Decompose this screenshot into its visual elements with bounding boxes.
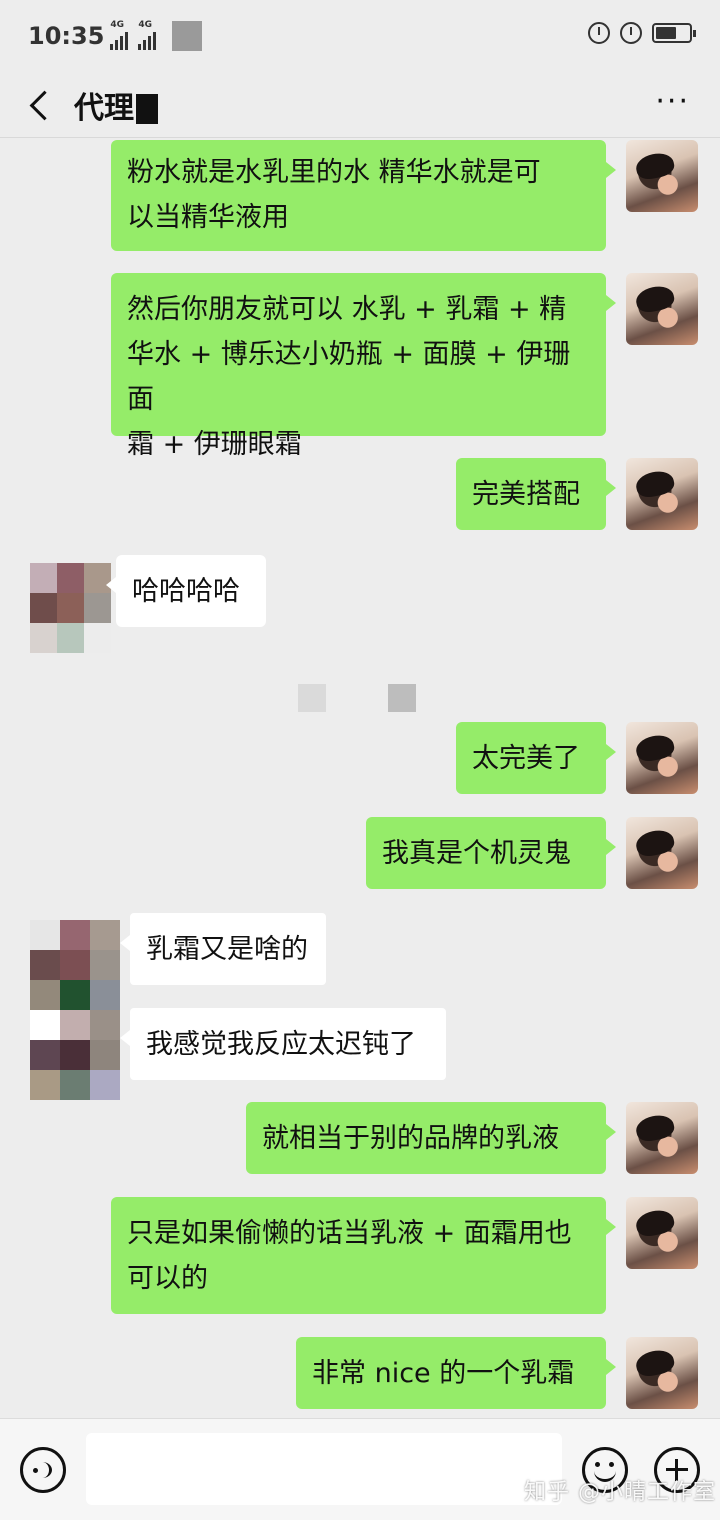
alarm-icon (620, 22, 642, 44)
rotation-lock-icon (588, 22, 610, 44)
contact-avatar[interactable] (30, 563, 111, 653)
message-bubble[interactable]: 然后你朋友就可以 水乳 + 乳霜 + 精 华水 + 博乐达小奶瓶 + 面膜 + … (111, 273, 616, 460)
my-avatar[interactable] (626, 1337, 698, 1409)
chat-title: 代理 (74, 90, 134, 126)
network-type-label: 4G (110, 20, 125, 30)
message-input[interactable] (86, 1433, 562, 1505)
message-bubble[interactable]: 完美搭配 (456, 458, 616, 530)
my-avatar[interactable] (626, 1197, 698, 1269)
my-avatar[interactable] (626, 817, 698, 889)
battery-icon (652, 23, 696, 43)
message-bubble[interactable]: 粉水就是水乳里的水 精华水就是可 以当精华液用 (111, 140, 616, 251)
message-bubble[interactable]: 哈哈哈哈 (106, 555, 266, 627)
back-arrow-icon[interactable] (18, 83, 62, 127)
timestamp-redaction (388, 684, 416, 712)
my-avatar[interactable] (626, 273, 698, 345)
message-bubble[interactable]: 非常 nice 的一个乳霜 (296, 1337, 616, 1409)
my-avatar[interactable] (626, 140, 698, 212)
contact-avatar[interactable] (30, 920, 120, 1100)
my-avatar[interactable] (626, 722, 698, 794)
more-dots-icon[interactable]: ··· (655, 87, 690, 117)
message-bubble[interactable]: 我感觉我反应太迟钝了 (120, 1008, 446, 1080)
title-redaction (136, 93, 158, 124)
notification-icon (172, 21, 203, 51)
my-avatar[interactable] (626, 1102, 698, 1174)
chat-header: 代理 ··· (0, 72, 720, 138)
status-bar: 10:35 4G 4G (0, 0, 720, 72)
message-bubble[interactable]: 乳霜又是啥的 (120, 913, 326, 985)
signal-strength-icon-2: 4G (138, 20, 157, 50)
watermark: 知乎 @小晴工作室 (524, 1480, 716, 1505)
my-avatar[interactable] (626, 458, 698, 530)
voice-icon[interactable] (20, 1447, 66, 1493)
status-time: 10:35 (28, 22, 105, 50)
message-bubble[interactable]: 太完美了 (456, 722, 616, 794)
signal-icon: 4G 4G (110, 20, 157, 50)
signal-strength-icon: 4G (110, 20, 129, 50)
message-bubble[interactable]: 我真是个机灵鬼 (366, 817, 616, 889)
message-bubble[interactable]: 只是如果偷懒的话当乳液 + 面霜用也 可以的 (111, 1197, 616, 1314)
timestamp-redaction (298, 684, 326, 712)
message-bubble[interactable]: 就相当于别的品牌的乳液 (246, 1102, 616, 1174)
network-type-label-2: 4G (138, 20, 153, 30)
status-icons (588, 22, 696, 44)
